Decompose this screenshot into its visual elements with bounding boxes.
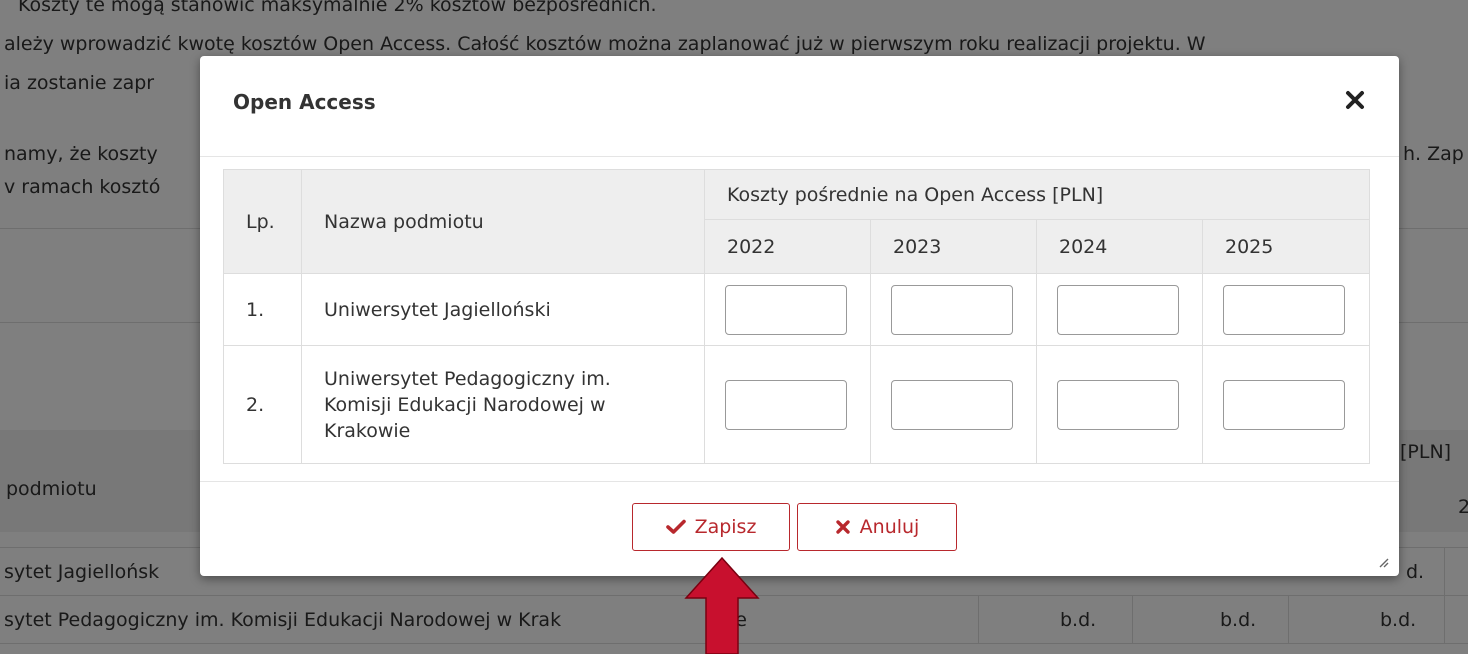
save-button-label: Zapisz bbox=[694, 516, 757, 538]
row-name-line: Komisji Edukacji Narodowej w bbox=[324, 393, 606, 416]
open-access-dialog: Open Access Lp. Nazwa podmiotu Koszty po… bbox=[200, 56, 1399, 576]
row-name: Uniwersytet Jagielloński bbox=[301, 273, 705, 346]
column-header-year: 2025 bbox=[1202, 219, 1370, 274]
row-name-line: Uniwersytet Pedagogiczny im. bbox=[324, 367, 611, 390]
resize-handle-icon[interactable] bbox=[1377, 556, 1389, 568]
cancel-button[interactable]: Anuluj bbox=[797, 503, 957, 551]
cost-input-2025[interactable] bbox=[1223, 379, 1345, 430]
cost-input-2023[interactable] bbox=[891, 379, 1013, 430]
column-header-costs: Koszty pośrednie na Open Access [PLN] bbox=[704, 169, 1370, 220]
row-lp: 1. bbox=[223, 273, 302, 346]
column-header-year: 2024 bbox=[1036, 219, 1203, 274]
table-row: 1. Uniwersytet Jagielloński bbox=[223, 273, 1370, 346]
cost-input-2023[interactable] bbox=[891, 284, 1013, 335]
row-name-line: Krakowie bbox=[324, 419, 411, 442]
column-header-lp: Lp. bbox=[223, 169, 302, 274]
column-header-year: 2022 bbox=[704, 219, 871, 274]
close-button[interactable] bbox=[1341, 86, 1369, 114]
cancel-button-label: Anuluj bbox=[859, 516, 920, 538]
row-lp: 2. bbox=[223, 345, 302, 464]
cost-input-2024[interactable] bbox=[1057, 284, 1179, 335]
cost-input-2025[interactable] bbox=[1223, 284, 1345, 335]
column-header-name: Nazwa podmiotu bbox=[301, 169, 705, 274]
dialog-header: Open Access bbox=[200, 56, 1399, 157]
check-icon bbox=[665, 519, 686, 534]
arrow-up-icon bbox=[684, 556, 760, 654]
dialog-title: Open Access bbox=[233, 90, 376, 114]
column-header-year: 2023 bbox=[870, 219, 1037, 274]
cost-input-2024[interactable] bbox=[1057, 379, 1179, 430]
cost-input-2022[interactable] bbox=[725, 379, 847, 430]
cost-input-2022[interactable] bbox=[725, 284, 847, 335]
table-row: 2. Uniwersytet Pedagogiczny im. Komisji … bbox=[223, 345, 1370, 464]
row-name: Uniwersytet Pedagogiczny im. Komisji Edu… bbox=[301, 345, 705, 464]
times-icon bbox=[835, 520, 850, 534]
open-access-table: Lp. Nazwa podmiotu Koszty pośrednie na O… bbox=[223, 169, 1370, 464]
close-icon bbox=[1346, 91, 1364, 109]
save-button[interactable]: Zapisz bbox=[632, 503, 790, 551]
